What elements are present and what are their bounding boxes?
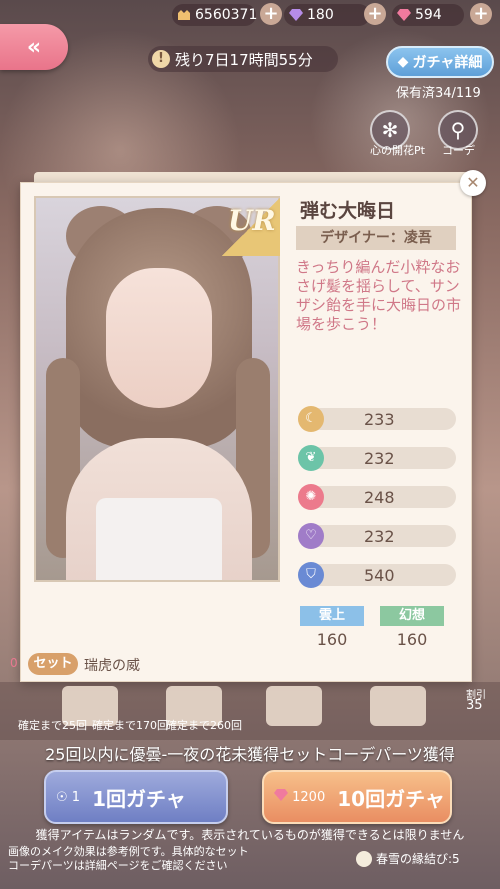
pink-gem-value: 594 — [415, 7, 442, 23]
stat-value: 232 — [364, 449, 395, 468]
pink-gem-counter: 594 — [392, 4, 464, 26]
item-name: 弾む大晦日 — [300, 200, 396, 222]
reward-slot[interactable] — [370, 686, 426, 726]
owned-count: 保有済34/119 — [396, 86, 481, 101]
rarity-badge: UR — [228, 204, 276, 237]
back-button[interactable]: « — [0, 24, 68, 70]
single-gacha-label: 1回ガチャ — [92, 786, 186, 811]
zero-badge: 0 — [10, 656, 18, 670]
close-icon: ✕ — [466, 173, 480, 192]
search-icon: ⚲ — [450, 118, 466, 142]
stat-row-fresh: ❦ 232 — [298, 445, 456, 471]
confirm-count-260: 確定まで260回 — [166, 719, 242, 732]
time-remaining: ! 残り7日17時間55分 — [148, 46, 338, 72]
ten-gacha-button[interactable]: 1200 10回ガチャ — [262, 770, 452, 824]
ten-gacha-label: 10回ガチャ — [337, 786, 445, 811]
discount-value: 35 — [466, 698, 483, 713]
reward-slot[interactable] — [266, 686, 322, 726]
alert-icon: ! — [152, 50, 170, 68]
single-gacha-button[interactable]: ☉ 1 1回ガチャ — [44, 770, 228, 824]
set-name[interactable]: 瑞虎の威 — [84, 655, 140, 675]
item-description: きっちり編んだ小粋なおさげ髪を揺らして、サンザシ飴を手に大晦日の市場を歩こう！ — [296, 258, 462, 333]
pink-gem-icon — [274, 789, 288, 801]
stat-value: 233 — [364, 410, 395, 429]
ticket-icon — [356, 850, 372, 867]
gacha-detail-button[interactable]: ◆ ガチャ詳細 — [386, 46, 494, 78]
ticket-count-text: 春雪の縁結び:5 — [376, 852, 460, 866]
coin-value: 6560371 — [195, 7, 258, 23]
close-card-button[interactable]: ✕ — [460, 170, 486, 196]
purple-gem-value: 180 — [307, 7, 334, 23]
moon-icon: ☾ — [298, 406, 324, 432]
designer-label: デザイナー：凌吾 — [296, 226, 456, 250]
heart-icon: ♡ — [298, 523, 324, 549]
pink-gem-icon — [396, 7, 412, 23]
face — [106, 268, 212, 408]
confirm-count-170: 確定まで170回 — [92, 719, 168, 732]
add-coins-button[interactable]: + — [260, 3, 282, 25]
flower-icon: ✺ — [298, 484, 324, 510]
stat-row-elegant: ☾ 233 — [298, 406, 456, 432]
ticket-icon: ☉ — [56, 789, 68, 805]
stat-value: 540 — [364, 566, 395, 585]
purple-gem-counter: 180 — [284, 4, 370, 26]
diamond-icon: ◆ — [397, 54, 409, 70]
add-pink-gems-button[interactable]: + — [470, 3, 492, 25]
stat-row-sexy: ♡ 232 — [298, 523, 456, 549]
stat-value: 248 — [364, 488, 395, 507]
heart-bloom-label: 心の開花Pt — [370, 144, 425, 157]
gacha-detail-label: ガチャ詳細 — [412, 55, 483, 71]
purple-gem-icon — [288, 7, 304, 23]
promo-text: 25回以内に優曇-一夜の花未獲得セットコーデパーツ獲得 — [45, 745, 455, 764]
snowflake-icon: ✻ — [381, 118, 399, 142]
stat-row-sweet: ✺ 248 — [298, 484, 456, 510]
coordinate-label: コーデ — [442, 144, 475, 157]
camisole — [96, 498, 222, 580]
add-purple-gems-button[interactable]: + — [364, 3, 386, 25]
coin-icon — [176, 7, 192, 23]
tag-cloud-value: 160 — [316, 630, 348, 649]
tag-fantasy-value: 160 — [396, 630, 428, 649]
timer-text: 残り7日17時間55分 — [175, 50, 313, 69]
single-cost: ☉ 1 — [56, 789, 81, 805]
tag-fantasy: 幻想 — [380, 606, 444, 626]
set-pill: セット — [28, 653, 78, 675]
confirm-count-25: 確定まで25回 — [18, 719, 87, 732]
makeup-note-line2: コーデパーツは詳細ページをご確認ください — [8, 859, 228, 872]
makeup-note: 画像のメイク効果は参考例です。具体的なセット コーデパーツは詳細ページをご確認く… — [8, 845, 249, 873]
tag-cloud: 雲上 — [300, 606, 364, 626]
coin-counter: 6560371 — [172, 4, 258, 26]
makeup-note-line1: 画像のメイク効果は参考例です。具体的なセット — [8, 845, 249, 858]
leaf-icon: ❦ — [298, 445, 324, 471]
shield-icon: ⛉ — [298, 562, 324, 588]
disclaimer: 獲得アイテムはランダムです。表示されているものが獲得できるとは限りません — [35, 828, 465, 842]
multi-cost: 1200 — [274, 789, 325, 805]
stat-row-cool: ⛉ 540 — [298, 562, 456, 588]
stat-value: 232 — [364, 527, 395, 546]
back-chevron-icon: « — [26, 34, 42, 60]
ticket-count: 春雪の縁結び:5 — [356, 850, 460, 867]
